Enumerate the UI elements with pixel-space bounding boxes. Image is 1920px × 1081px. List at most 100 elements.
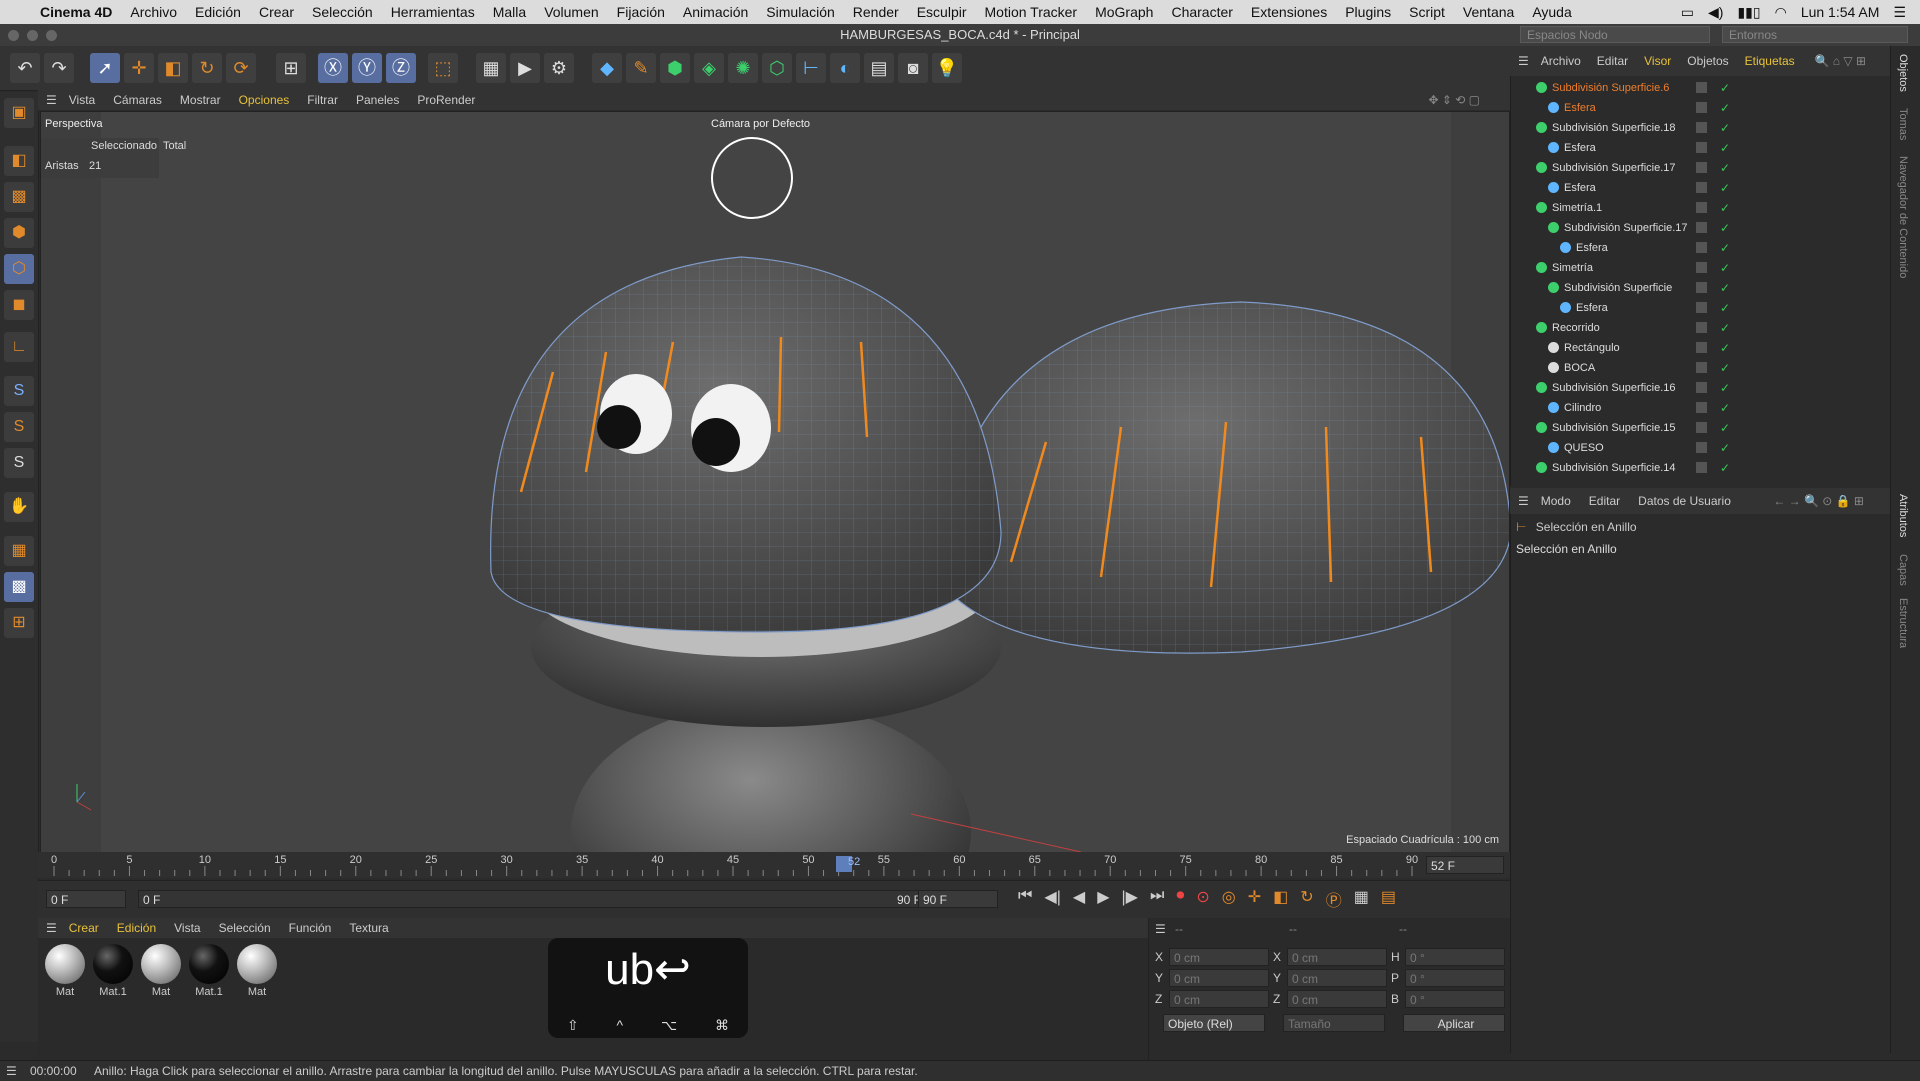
viewport-menu-mostrar[interactable]: Mostrar — [180, 93, 221, 107]
layer-flag[interactable] — [1696, 122, 1707, 133]
layer-flag[interactable] — [1696, 82, 1707, 93]
viewport-hamburger-icon[interactable]: ☰ — [46, 93, 57, 107]
rotation-b-field[interactable]: 0 ° — [1405, 990, 1505, 1008]
layer-flag[interactable] — [1696, 182, 1707, 193]
size-x-field[interactable]: 0 cm — [1287, 948, 1387, 966]
workplane-icon[interactable]: S — [4, 448, 34, 478]
objects-menu-archivo[interactable]: Archivo — [1541, 54, 1581, 68]
object-row[interactable]: Simetría ✓ — [1510, 258, 1888, 278]
layer-flag[interactable] — [1696, 442, 1707, 453]
render-settings-icon[interactable]: ⚙ — [544, 53, 574, 83]
viewport-menu-camaras[interactable]: Cámaras — [113, 93, 162, 107]
visibility-check-icon[interactable]: ✓ — [1720, 78, 1730, 98]
object-row[interactable]: Rectángulo ✓ — [1510, 338, 1888, 358]
key-param-icon[interactable]: Ⓟ — [1326, 887, 1342, 911]
viewport-nav-icons[interactable]: ✥ ⇕ ⟲ ▢ — [1428, 93, 1480, 107]
object-row[interactable]: Esfera ✓ — [1510, 178, 1888, 198]
attributes-menu-modo[interactable]: Modo — [1541, 494, 1571, 508]
scale-tool-icon[interactable]: ◧ — [158, 53, 188, 83]
position-z-field[interactable]: 0 cm — [1169, 990, 1269, 1008]
auto-key-icon[interactable]: ⊙ — [1196, 887, 1209, 911]
goto-start-icon[interactable]: ⏮ — [1018, 887, 1032, 911]
layer-flag[interactable] — [1696, 282, 1707, 293]
undo-icon[interactable]: ↶ — [10, 53, 40, 83]
object-name[interactable]: Esfera — [1576, 238, 1608, 258]
grid-icon[interactable]: ▦ — [4, 536, 34, 566]
menu-esculpir[interactable]: Esculpir — [917, 4, 967, 20]
side-tab-tomas[interactable]: Tomas — [1897, 108, 1909, 140]
layer-flag[interactable] — [1696, 362, 1707, 373]
object-name[interactable]: Subdivisión Superficie.14 — [1552, 458, 1676, 478]
menu-fijacion[interactable]: Fijación — [617, 4, 665, 20]
viewport-3d[interactable]: Perspectiva Cámara por Defecto Seleccion… — [40, 111, 1510, 853]
environment-select[interactable]: Entornos — [1722, 26, 1908, 43]
menu-character[interactable]: Character — [1171, 4, 1232, 20]
menu-animacion[interactable]: Animación — [683, 4, 748, 20]
goto-end-icon[interactable]: ⏭ — [1150, 887, 1164, 911]
menu-herramientas[interactable]: Herramientas — [391, 4, 475, 20]
viewport-menu-filtrar[interactable]: Filtrar — [307, 93, 338, 107]
object-name[interactable]: Rectángulo — [1564, 338, 1620, 358]
menu-simulacion[interactable]: Simulación — [766, 4, 834, 20]
position-x-field[interactable]: 0 cm — [1169, 948, 1269, 966]
object-name[interactable]: Subdivisión Superficie.6 — [1552, 78, 1669, 98]
side-tab-estructura[interactable]: Estructura — [1897, 598, 1909, 648]
layer-flag[interactable] — [1696, 322, 1707, 333]
object-name[interactable]: Subdivisión Superficie.16 — [1552, 378, 1676, 398]
objects-menu-etiquetas[interactable]: Etiquetas — [1745, 54, 1795, 68]
prev-frame-icon[interactable]: ◀ — [1073, 887, 1085, 911]
prev-key-icon[interactable]: ◀| — [1044, 887, 1060, 911]
edges-mode-icon[interactable]: ⬡ — [4, 254, 34, 284]
viewport-menu-opciones[interactable]: Opciones — [239, 93, 290, 107]
visibility-check-icon[interactable]: ✓ — [1720, 98, 1730, 118]
object-name[interactable]: Subdivisión Superficie.15 — [1552, 418, 1676, 438]
menu-plugins[interactable]: Plugins — [1345, 4, 1391, 20]
pen-spline-icon[interactable]: ✎ — [626, 53, 656, 83]
visibility-check-icon[interactable]: ✓ — [1720, 358, 1730, 378]
object-name[interactable]: BOCA — [1564, 358, 1595, 378]
object-name[interactable]: Subdivisión Superficie.17 — [1564, 218, 1688, 238]
locked-workplane-icon[interactable]: ⊞ — [4, 608, 34, 638]
material-swatch[interactable]: Mat — [42, 944, 88, 1006]
move-tool-icon[interactable]: ✛ — [124, 53, 154, 83]
size-z-field[interactable]: 0 cm — [1287, 990, 1387, 1008]
apply-button[interactable]: Aplicar — [1403, 1014, 1505, 1032]
y-axis-icon[interactable]: Ⓨ — [352, 53, 382, 83]
menu-render[interactable]: Render — [853, 4, 899, 20]
camera-icon[interactable]: ◙ — [898, 53, 928, 83]
menu-ayuda[interactable]: Ayuda — [1532, 4, 1571, 20]
size-y-field[interactable]: 0 cm — [1287, 969, 1387, 987]
render-to-picture-viewer-icon[interactable]: ▶ — [510, 53, 540, 83]
attributes-nav-icons[interactable]: ← → 🔍 ⊙ 🔒 ⊞ — [1773, 494, 1864, 508]
snap-settings-icon[interactable]: S — [4, 412, 34, 442]
visibility-check-icon[interactable]: ✓ — [1720, 398, 1730, 418]
end-frame-field[interactable]: 90 F — [918, 890, 998, 908]
keyframe-selection-icon[interactable]: ◎ — [1222, 887, 1236, 911]
object-row[interactable]: Esfera ✓ — [1510, 138, 1888, 158]
rotation-p-field[interactable]: 0 ° — [1405, 969, 1505, 987]
menu-crear[interactable]: Crear — [259, 4, 294, 20]
texture-mode-icon[interactable]: ▩ — [4, 182, 34, 212]
next-frame-icon[interactable]: |▶ — [1122, 887, 1138, 911]
material-hamburger-icon[interactable]: ☰ — [46, 921, 57, 935]
visibility-check-icon[interactable]: ✓ — [1720, 138, 1730, 158]
objects-menu-editar[interactable]: Editar — [1597, 54, 1628, 68]
timeline-window-icon[interactable]: ▤ — [1381, 887, 1396, 911]
object-name[interactable]: Subdivisión Superficie.17 — [1552, 158, 1676, 178]
side-tab-atributos[interactable]: Atributos — [1897, 494, 1909, 537]
lock-axis-icon[interactable]: ⊞ — [276, 53, 306, 83]
battery-icon[interactable]: ▮▮▯ — [1737, 4, 1760, 21]
model-mode-icon[interactable]: ◧ — [4, 146, 34, 176]
object-name[interactable]: Subdivisión Superficie.18 — [1552, 118, 1676, 138]
make-editable-icon[interactable]: ▣ — [4, 98, 34, 128]
start-frame-field[interactable]: 0 F — [46, 890, 126, 908]
viewport-menu-vista[interactable]: Vista — [69, 93, 95, 107]
display-icon[interactable]: ▭ — [1681, 4, 1694, 21]
object-name[interactable]: Simetría.1 — [1552, 198, 1602, 218]
object-name[interactable]: Esfera — [1564, 98, 1596, 118]
object-row[interactable]: Subdivisión Superficie.17 ✓ — [1510, 218, 1888, 238]
object-name[interactable]: Esfera — [1576, 298, 1608, 318]
objects-toolbar-icons[interactable]: 🔍 ⌂ ▽ ⊞ — [1815, 54, 1866, 68]
points-mode-icon[interactable]: ⬢ — [4, 218, 34, 248]
layer-flag[interactable] — [1696, 202, 1707, 213]
